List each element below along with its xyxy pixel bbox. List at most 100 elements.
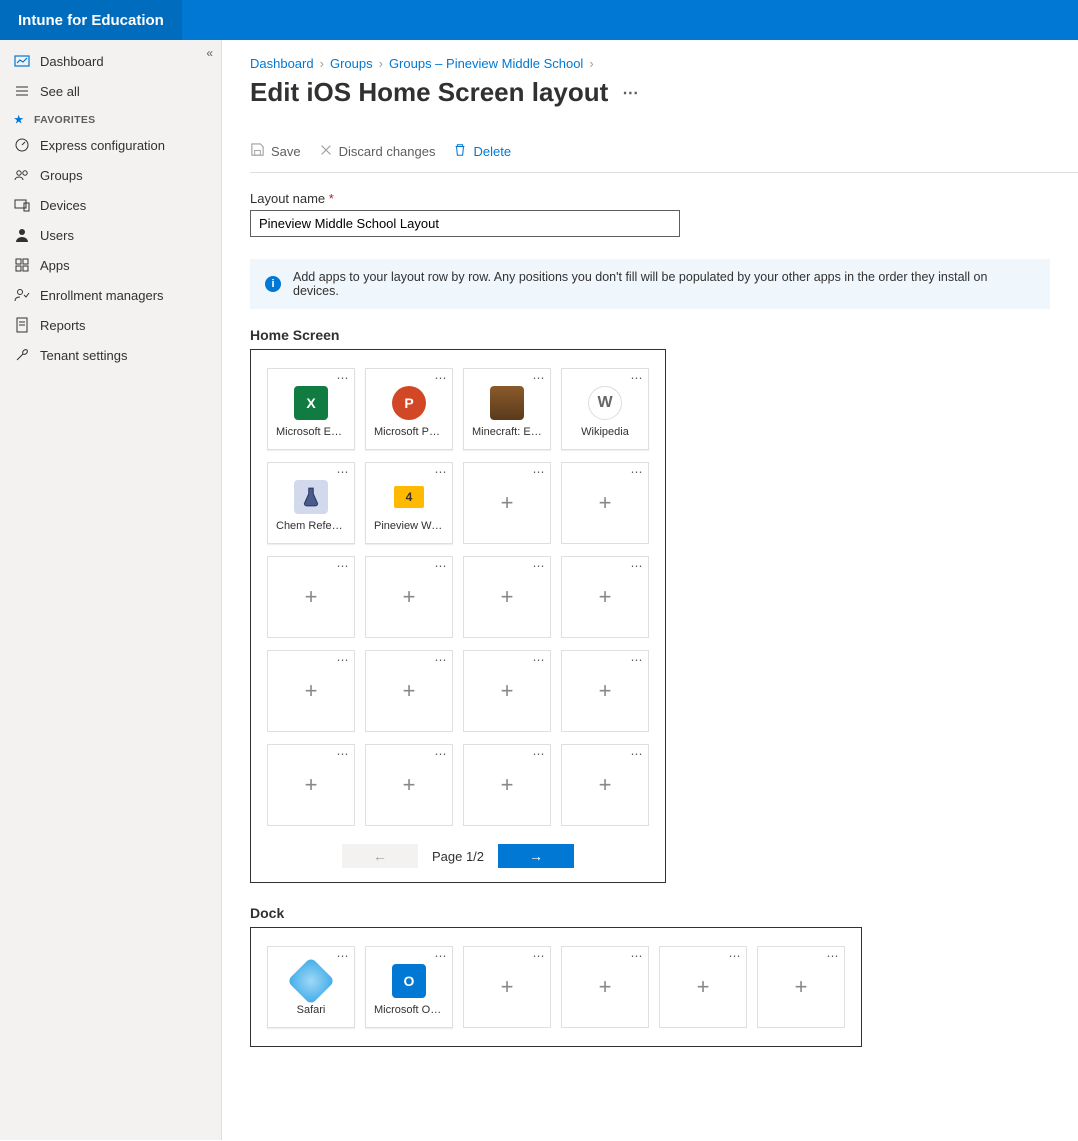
discard-button[interactable]: Discard changes: [319, 142, 436, 160]
sidebar-item-express-config[interactable]: Express configuration: [0, 130, 221, 160]
slot-menu-icon[interactable]: ⋯: [533, 747, 546, 761]
empty-slot[interactable]: ⋯+: [365, 556, 453, 638]
app-slot[interactable]: ⋯WWikipedia: [561, 368, 649, 450]
app-slot[interactable]: ⋯4Pineview Web Clips: [365, 462, 453, 544]
sidebar-item-see-all[interactable]: See all: [0, 76, 221, 106]
empty-slot[interactable]: ⋯+: [267, 650, 355, 732]
slot-menu-icon[interactable]: ⋯: [533, 653, 546, 667]
empty-slot[interactable]: ⋯+: [365, 650, 453, 732]
chem-app-icon: [294, 480, 328, 514]
empty-slot[interactable]: ⋯+: [561, 946, 649, 1028]
slot-menu-icon[interactable]: ⋯: [337, 559, 350, 573]
slot-menu-icon[interactable]: ⋯: [337, 747, 350, 761]
slot-menu-icon[interactable]: ⋯: [729, 949, 742, 963]
sidebar-item-devices[interactable]: Devices: [0, 190, 221, 220]
empty-slot[interactable]: ⋯+: [561, 650, 649, 732]
empty-slot[interactable]: ⋯+: [267, 744, 355, 826]
plus-icon: +: [599, 974, 612, 1000]
empty-slot[interactable]: ⋯+: [463, 556, 551, 638]
fold-app-icon: 4: [392, 480, 426, 514]
plus-icon: +: [403, 772, 416, 798]
slot-menu-icon[interactable]: ⋯: [631, 559, 644, 573]
slot-menu-icon[interactable]: ⋯: [827, 949, 840, 963]
close-icon: [319, 143, 333, 160]
empty-slot[interactable]: ⋯+: [463, 462, 551, 544]
slot-menu-icon[interactable]: ⋯: [337, 949, 350, 963]
sidebar-item-apps[interactable]: Apps: [0, 250, 221, 280]
info-banner: i Add apps to your layout row by row. An…: [250, 259, 1050, 309]
sidebar-item-label: Enrollment managers: [40, 288, 164, 303]
sidebar-item-groups[interactable]: Groups: [0, 160, 221, 190]
app-slot[interactable]: ⋯PMicrosoft PowerPoint: [365, 368, 453, 450]
layout-name-input[interactable]: [250, 210, 680, 237]
slot-menu-icon[interactable]: ⋯: [631, 465, 644, 479]
sidebar-item-dashboard[interactable]: Dashboard: [0, 46, 221, 76]
plus-icon: +: [305, 678, 318, 704]
empty-slot[interactable]: ⋯+: [561, 556, 649, 638]
page-indicator: Page 1/2: [432, 849, 484, 864]
empty-slot[interactable]: ⋯+: [757, 946, 845, 1028]
slot-menu-icon[interactable]: ⋯: [533, 465, 546, 479]
slot-menu-icon[interactable]: ⋯: [533, 949, 546, 963]
empty-slot[interactable]: ⋯+: [463, 946, 551, 1028]
slot-menu-icon[interactable]: ⋯: [631, 747, 644, 761]
save-button[interactable]: Save: [250, 142, 301, 160]
sidebar-item-enrollment[interactable]: Enrollment managers: [0, 280, 221, 310]
plus-icon: +: [599, 772, 612, 798]
plus-icon: +: [501, 584, 514, 610]
slot-menu-icon[interactable]: ⋯: [435, 465, 448, 479]
slot-menu-icon[interactable]: ⋯: [435, 559, 448, 573]
excel-app-icon: X: [294, 386, 328, 420]
slot-menu-icon[interactable]: ⋯: [337, 465, 350, 479]
slot-menu-icon[interactable]: ⋯: [533, 371, 546, 385]
slot-menu-icon[interactable]: ⋯: [337, 371, 350, 385]
more-icon[interactable]: ⋯: [622, 83, 639, 103]
trash-icon: [453, 143, 467, 160]
slot-menu-icon[interactable]: ⋯: [435, 949, 448, 963]
collapse-sidebar-icon[interactable]: «: [206, 46, 213, 60]
empty-slot[interactable]: ⋯+: [463, 744, 551, 826]
app-slot[interactable]: ⋯Safari: [267, 946, 355, 1028]
slot-menu-icon[interactable]: ⋯: [631, 371, 644, 385]
slot-menu-icon[interactable]: ⋯: [337, 653, 350, 667]
plus-icon: +: [501, 974, 514, 1000]
slot-menu-icon[interactable]: ⋯: [533, 559, 546, 573]
slot-menu-icon[interactable]: ⋯: [435, 747, 448, 761]
chevron-right-icon: ›: [589, 56, 593, 71]
app-slot[interactable]: ⋯OMicrosoft Outlook: [365, 946, 453, 1028]
plus-icon: +: [599, 584, 612, 610]
favorites-section-header: ★ FAVORITES: [0, 106, 221, 130]
dock-frame: ⋯Safari⋯OMicrosoft Outlook⋯+⋯+⋯+⋯+: [250, 927, 862, 1047]
sidebar-item-users[interactable]: Users: [0, 220, 221, 250]
command-bar: Save Discard changes Delete: [250, 136, 1078, 173]
slot-menu-icon[interactable]: ⋯: [435, 371, 448, 385]
empty-slot[interactable]: ⋯+: [659, 946, 747, 1028]
plus-icon: +: [501, 490, 514, 516]
app-slot[interactable]: ⋯XMicrosoft Excel: [267, 368, 355, 450]
plus-icon: +: [795, 974, 808, 1000]
delete-button[interactable]: Delete: [453, 142, 511, 160]
sidebar-item-reports[interactable]: Reports: [0, 310, 221, 340]
breadcrumb-link[interactable]: Groups – Pineview Middle School: [389, 56, 583, 71]
app-slot[interactable]: ⋯Minecraft: Education Edition: [463, 368, 551, 450]
enrollment-icon: [14, 287, 30, 303]
empty-slot[interactable]: ⋯+: [267, 556, 355, 638]
page-prev-button[interactable]: ←: [342, 844, 418, 868]
sidebar-item-tenant-settings[interactable]: Tenant settings: [0, 340, 221, 370]
slot-menu-icon[interactable]: ⋯: [631, 949, 644, 963]
plus-icon: +: [403, 678, 416, 704]
brand-label: Intune for Education: [0, 0, 182, 40]
slot-menu-icon[interactable]: ⋯: [435, 653, 448, 667]
mc-app-icon: [490, 386, 524, 420]
empty-slot[interactable]: ⋯+: [463, 650, 551, 732]
ppt-app-icon: P: [392, 386, 426, 420]
slot-menu-icon[interactable]: ⋯: [631, 653, 644, 667]
empty-slot[interactable]: ⋯+: [561, 744, 649, 826]
outlook-app-icon: O: [392, 964, 426, 998]
breadcrumb-link[interactable]: Groups: [330, 56, 373, 71]
page-next-button[interactable]: →: [498, 844, 574, 868]
empty-slot[interactable]: ⋯+: [561, 462, 649, 544]
app-slot[interactable]: ⋯Chem Reference: [267, 462, 355, 544]
empty-slot[interactable]: ⋯+: [365, 744, 453, 826]
breadcrumb-link[interactable]: Dashboard: [250, 56, 314, 71]
